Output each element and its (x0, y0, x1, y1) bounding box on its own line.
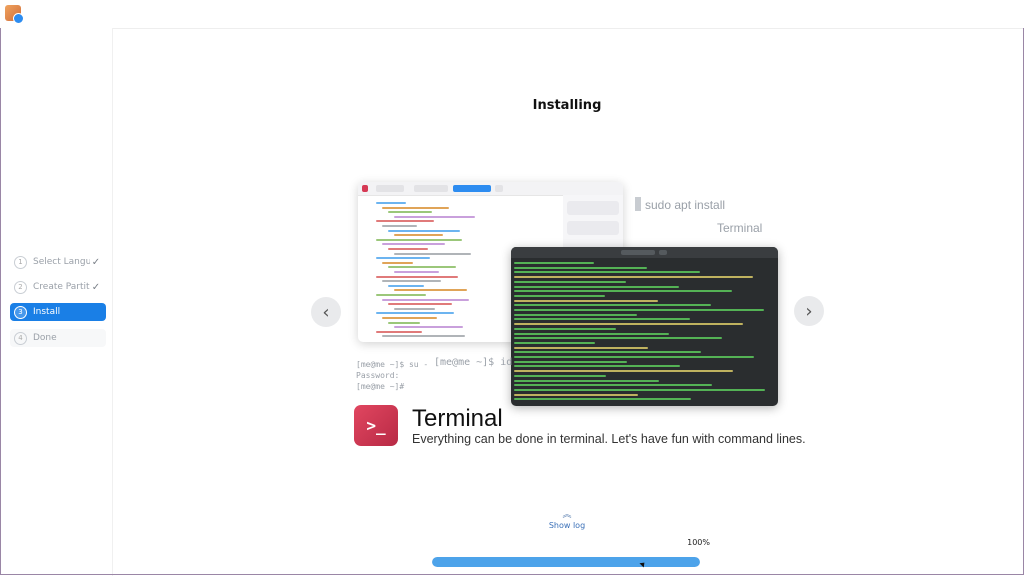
window-frame (0, 28, 1024, 575)
installer-app-icon (5, 5, 24, 24)
titlebar (0, 0, 1024, 29)
